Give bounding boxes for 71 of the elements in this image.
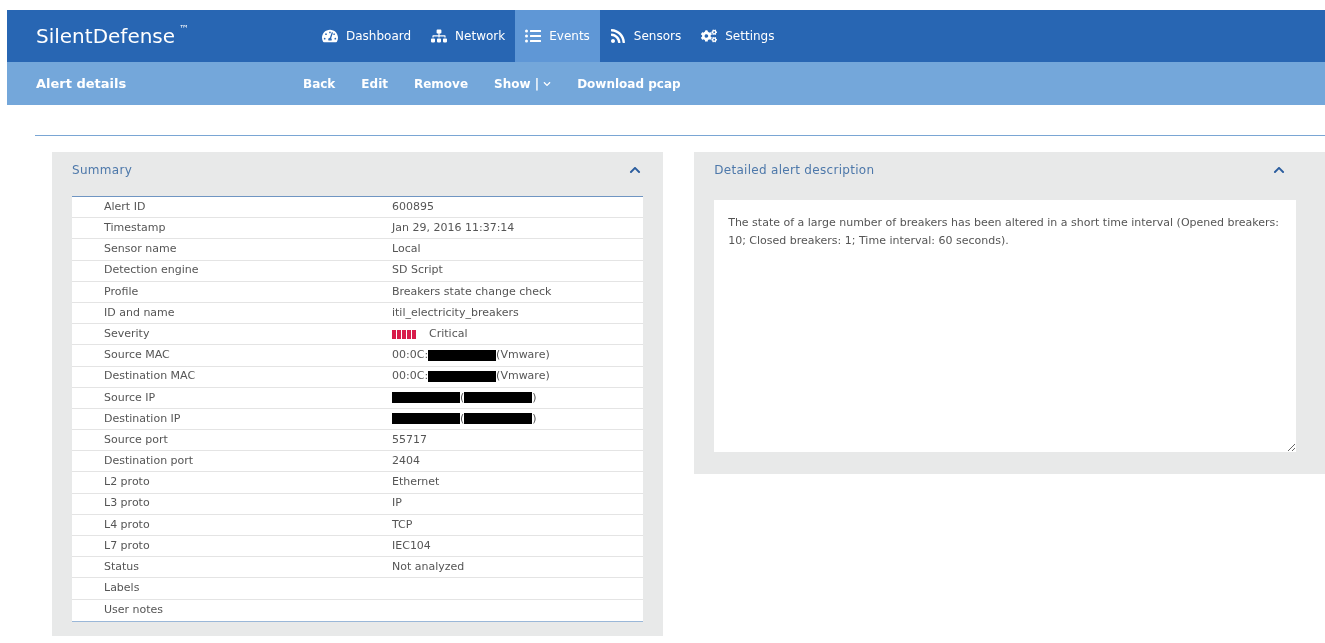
toolbar-link[interactable]: Back [303, 74, 336, 93]
redaction-bar [464, 392, 533, 404]
value-text: 00:0C: [392, 347, 429, 364]
value-text: (Vmware) [496, 347, 550, 364]
caret-icon [543, 79, 552, 88]
value-text: 600895 [392, 198, 434, 215]
gauge-icon [322, 28, 338, 44]
nav-tab[interactable]: Sensors [599, 10, 692, 62]
list-icon [525, 28, 542, 44]
value-text: ) [532, 410, 537, 427]
toolbar-link[interactable]: Download pcap [577, 74, 681, 93]
toolbar-link[interactable]: Edit [361, 74, 388, 93]
panel-title: Summary [72, 162, 133, 179]
row-label: Destination IP [103, 410, 182, 427]
chevron-up-icon [629, 164, 642, 176]
panel-title: Detailed alert description [714, 162, 875, 179]
value-text: IP [392, 495, 402, 512]
nav-tab[interactable]: Settings [691, 10, 785, 62]
row-label: Source port [103, 431, 169, 448]
nav-tab[interactable]: Events [515, 10, 600, 62]
nav-tab[interactable]: Dashboard [312, 10, 422, 62]
row-label: Profile [103, 283, 140, 300]
redaction-bar [392, 392, 460, 404]
redaction-bar [428, 349, 497, 361]
row-label: L7 proto [103, 537, 151, 554]
value-text: itil_electricity_breakers [392, 304, 519, 321]
row-label: Labels [103, 580, 141, 597]
value-text: SD Script [392, 262, 443, 279]
row-label: L4 proto [103, 516, 151, 533]
redaction-bar [464, 413, 533, 425]
row-label: Alert ID [103, 198, 147, 215]
row-label: Source MAC [103, 347, 171, 364]
value-text: ( [460, 410, 465, 427]
value-text: IEC104 [392, 537, 431, 554]
value-text: ( [460, 389, 465, 406]
show-dropdown[interactable]: Show | [494, 74, 552, 93]
page-title: Alert details [35, 74, 128, 93]
row-label: Destination port [103, 453, 195, 470]
row-label: L2 proto [103, 474, 151, 491]
row-label: Detection engine [103, 262, 200, 279]
value-text: Jan 29, 2016 11:37:14 [392, 220, 515, 237]
row-label: ID and name [103, 304, 176, 321]
row-label: User notes [103, 601, 165, 618]
row-label: Source IP [103, 389, 157, 406]
value-text: 2404 [392, 453, 420, 470]
value-text: Critical [429, 325, 468, 342]
value-text: Local [392, 241, 421, 258]
value-text: ) [532, 389, 537, 406]
row-label: Severity [103, 325, 151, 342]
value-text: (Vmware) [496, 368, 550, 385]
chevron-up-icon [1273, 164, 1285, 176]
row-label: L3 proto [103, 495, 151, 512]
value-text: 00:0C: [392, 368, 429, 385]
value-text: Breakers state change check [392, 283, 552, 300]
redaction-bar [428, 371, 497, 383]
value-text: TCP [392, 516, 413, 533]
row-label: Status [103, 559, 141, 576]
value-text: Not analyzed [392, 559, 465, 576]
row-label: Timestamp [103, 220, 167, 237]
hierarchy-icon [431, 28, 448, 44]
row-label: Destination MAC [103, 368, 197, 385]
nav-tab[interactable]: Network [421, 10, 516, 62]
brand-logo: SilentDefense ™ [35, 22, 191, 50]
redaction-bar [392, 413, 460, 425]
signal-icon [609, 28, 626, 44]
value-text: Ethernet [392, 474, 440, 491]
toolbar-link[interactable]: Remove [414, 74, 469, 93]
value-text: 55717 [392, 431, 427, 448]
description-textarea[interactable]: The state of a large number of breakers has been altered in a short time interval (Opened breakers: 10; Closed breakers: 1; Time interval: 60 seconds). [714, 200, 1297, 452]
settings-icon [701, 28, 718, 44]
row-label: Sensor name [103, 241, 178, 258]
